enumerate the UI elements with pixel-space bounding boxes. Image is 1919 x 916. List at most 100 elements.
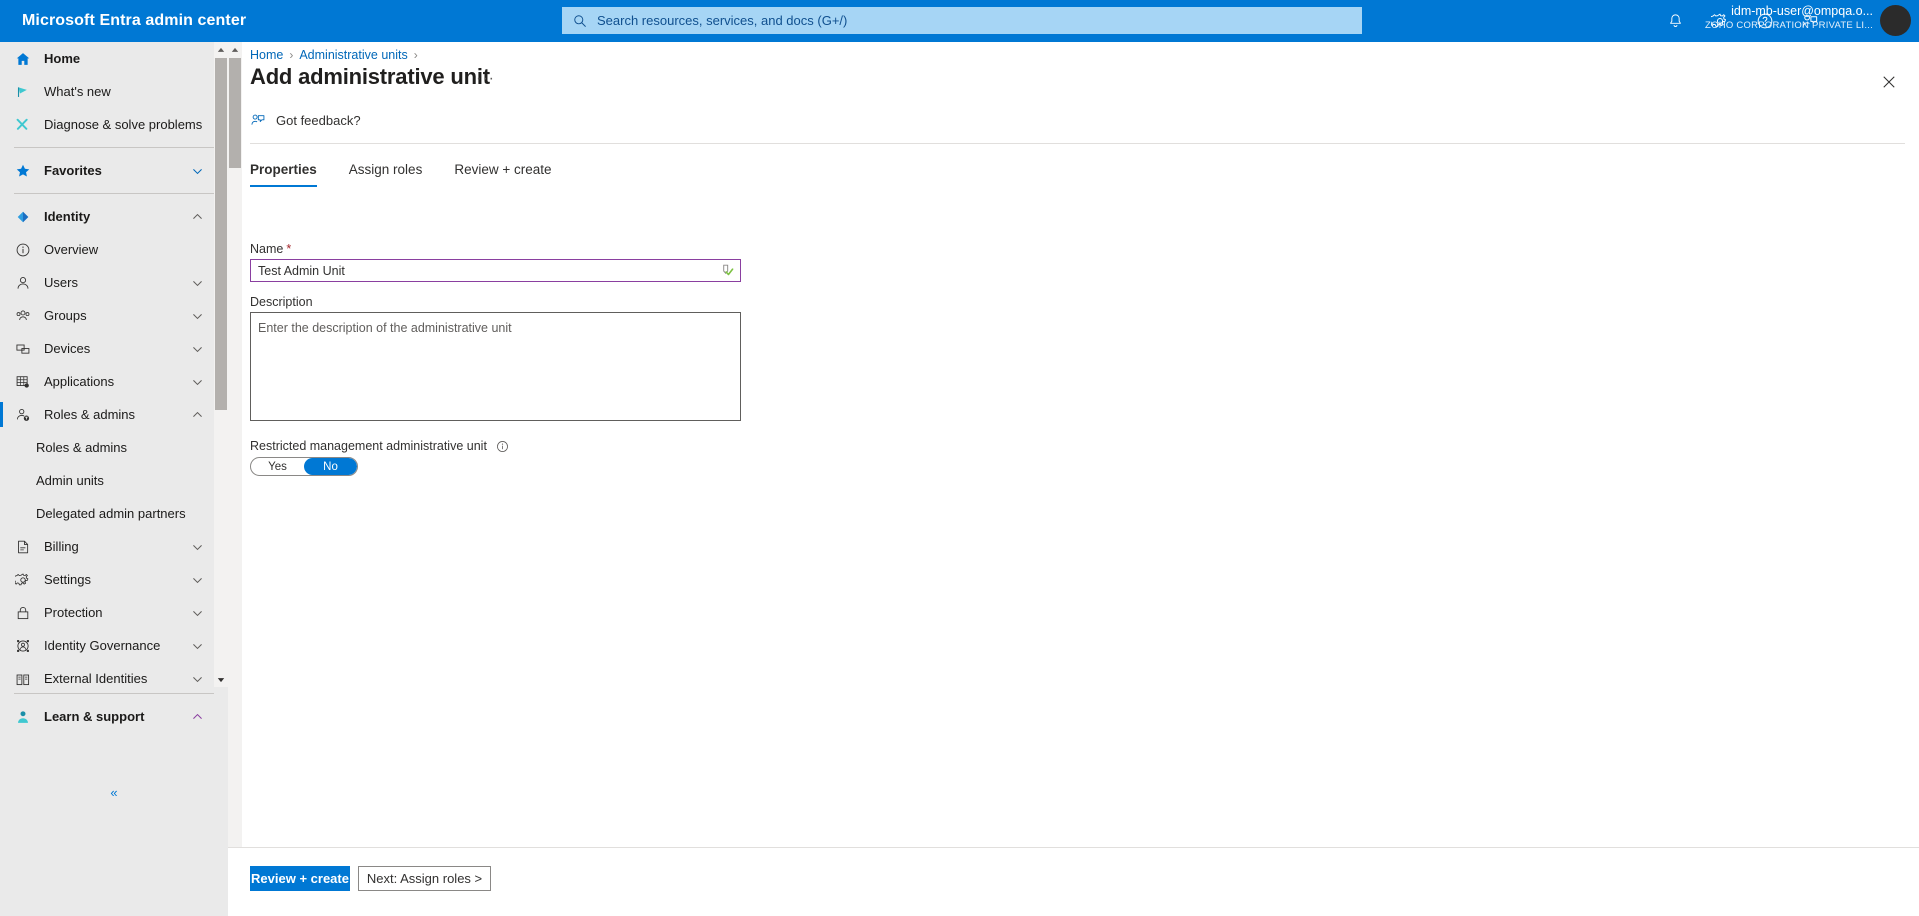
- restricted-management-label: Restricted management administrative uni…: [250, 439, 487, 453]
- search-input[interactable]: [595, 8, 1295, 33]
- name-field-label: Name *: [250, 242, 292, 256]
- next-assign-roles-button[interactable]: Next: Assign roles >: [358, 866, 491, 891]
- scroll-up-arrow-icon[interactable]: [214, 42, 228, 57]
- chevron-up-icon[interactable]: [191, 710, 204, 723]
- identity-governance-icon: [11, 638, 35, 654]
- chevron-down-icon[interactable]: [191, 342, 204, 355]
- chevron-down-icon[interactable]: [191, 540, 204, 553]
- scroll-up-arrow-icon[interactable]: [228, 42, 242, 57]
- close-icon[interactable]: [1873, 66, 1905, 98]
- sidebar-item-roles-admins[interactable]: Roles & admins: [0, 398, 228, 431]
- sidebar-item-label: Learn & support: [44, 709, 145, 724]
- review-create-button[interactable]: Review + create: [250, 866, 350, 891]
- chevron-down-icon[interactable]: [191, 164, 204, 177]
- chevron-down-icon[interactable]: [191, 639, 204, 652]
- sidebar-item-label: Applications: [44, 374, 115, 389]
- description-field-label: Description: [250, 295, 313, 309]
- restricted-management-toggle[interactable]: Yes No: [250, 457, 358, 476]
- description-textarea[interactable]: [250, 312, 741, 421]
- user-icon: [11, 275, 35, 291]
- diagnose-tools-icon: [11, 117, 35, 133]
- sidebar-item-label: Devices: [44, 341, 91, 356]
- sidebar-item-label: Users: [44, 275, 78, 290]
- sidebar-item-protection[interactable]: Protection: [0, 596, 228, 629]
- tab-properties[interactable]: Properties: [250, 154, 331, 187]
- sidebar-item-users[interactable]: Users: [0, 266, 228, 299]
- notifications-bell-icon[interactable]: [1662, 8, 1688, 34]
- scroll-down-arrow-icon[interactable]: [214, 672, 228, 687]
- tab-assign-roles[interactable]: Assign roles: [349, 154, 437, 187]
- blade-tabs: Properties Assign roles Review + create: [250, 154, 584, 187]
- chevron-down-icon[interactable]: [191, 573, 204, 586]
- sidebar-item-favorites[interactable]: Favorites: [0, 154, 228, 187]
- groups-icon: [11, 308, 35, 324]
- sidebar-item-diagnose[interactable]: Diagnose & solve problems: [0, 108, 228, 141]
- validation-check-icon: [719, 262, 736, 279]
- sidebar-subitem-roles-admins[interactable]: Roles & admins: [0, 431, 228, 464]
- name-field-wrapper[interactable]: [250, 259, 741, 282]
- sidebar-scrollbar[interactable]: [214, 42, 228, 687]
- identity-diamond-icon: [11, 209, 35, 225]
- page-title: Add administrative unit: [250, 64, 490, 89]
- account-info[interactable]: idm-mb-user@ompqa.o... ZOHO CORPORATION …: [1705, 4, 1873, 32]
- devices-icon: [11, 341, 35, 357]
- sidebar-nav-list: Home What's new Diagnose & solve problem…: [0, 42, 228, 687]
- feedback-icon: [250, 112, 266, 128]
- info-circle-icon: [11, 242, 35, 258]
- top-header-bar: Microsoft Entra admin center Search reso…: [0, 0, 1919, 42]
- sidebar-item-settings[interactable]: Settings: [0, 563, 228, 596]
- sidebar-item-devices[interactable]: Devices: [0, 332, 228, 365]
- sidebar-item-home[interactable]: Home: [0, 42, 228, 75]
- applications-grid-icon: [11, 374, 35, 390]
- name-input[interactable]: [251, 260, 706, 281]
- info-circle-icon[interactable]: [496, 440, 509, 453]
- sidebar-item-label: Protection: [44, 605, 103, 620]
- sidebar-item-identity-governance[interactable]: Identity Governance: [0, 629, 228, 662]
- global-search-box[interactable]: [562, 7, 1362, 34]
- sidebar-collapse-button[interactable]: «: [0, 777, 228, 807]
- sidebar-item-billing[interactable]: Billing: [0, 530, 228, 563]
- sidebar-item-applications[interactable]: Applications: [0, 365, 228, 398]
- main-blade: Home › Administrative units › Add admini…: [228, 42, 1919, 916]
- app-brand-title: Microsoft Entra admin center: [22, 12, 247, 29]
- sidebar-divider: [14, 147, 214, 148]
- sidebar-divider: [14, 193, 214, 194]
- sidebar-item-label: Identity Governance: [44, 638, 161, 653]
- breadcrumb-item-home[interactable]: Home: [250, 48, 283, 62]
- blade-scrollbar-thumb[interactable]: [229, 58, 241, 168]
- sidebar-item-whats-new[interactable]: What's new: [0, 75, 228, 108]
- breadcrumb-item-administrative-units[interactable]: Administrative units: [299, 48, 407, 62]
- chevron-down-icon[interactable]: [191, 672, 204, 685]
- sidebar-item-overview[interactable]: Overview: [0, 233, 228, 266]
- sidebar-scrollbar-thumb[interactable]: [215, 58, 227, 410]
- toggle-option-yes[interactable]: Yes: [251, 458, 304, 475]
- avatar[interactable]: [1880, 5, 1911, 36]
- sidebar-item-label: Billing: [44, 539, 79, 554]
- chevron-up-icon[interactable]: [191, 408, 204, 421]
- sidebar-subitem-delegated-admin-partners[interactable]: Delegated admin partners: [0, 497, 228, 530]
- tab-review-create[interactable]: Review + create: [454, 154, 565, 187]
- blade-scrollbar[interactable]: [228, 42, 242, 847]
- sidebar-item-groups[interactable]: Groups: [0, 299, 228, 332]
- chevron-down-icon[interactable]: [191, 375, 204, 388]
- sidebar-item-label: Groups: [44, 308, 87, 323]
- sidebar-item-external-identities[interactable]: External Identities: [0, 662, 228, 687]
- chevron-down-icon[interactable]: [191, 276, 204, 289]
- chevron-down-icon[interactable]: [191, 309, 204, 322]
- sidebar-item-label: Roles & admins: [44, 407, 136, 422]
- home-icon: [11, 51, 35, 67]
- more-options-ellipsis-icon[interactable]: ···: [476, 70, 495, 88]
- sidebar-item-label: Diagnose & solve problems: [44, 117, 203, 132]
- sidebar-subitem-admin-units[interactable]: Admin units: [0, 464, 228, 497]
- sidebar-item-label: External Identities: [44, 671, 148, 686]
- chevron-down-icon[interactable]: [191, 606, 204, 619]
- external-identities-icon: [11, 671, 35, 687]
- toggle-option-no[interactable]: No: [304, 458, 357, 475]
- left-sidebar: Home What's new Diagnose & solve problem…: [0, 42, 228, 916]
- breadcrumb: Home › Administrative units ›: [250, 48, 424, 62]
- star-icon: [11, 163, 35, 179]
- chevron-up-icon[interactable]: [191, 210, 204, 223]
- sidebar-item-learn-support[interactable]: Learn & support: [0, 700, 228, 733]
- sidebar-item-identity[interactable]: Identity: [0, 200, 228, 233]
- got-feedback-button[interactable]: Got feedback?: [250, 112, 361, 128]
